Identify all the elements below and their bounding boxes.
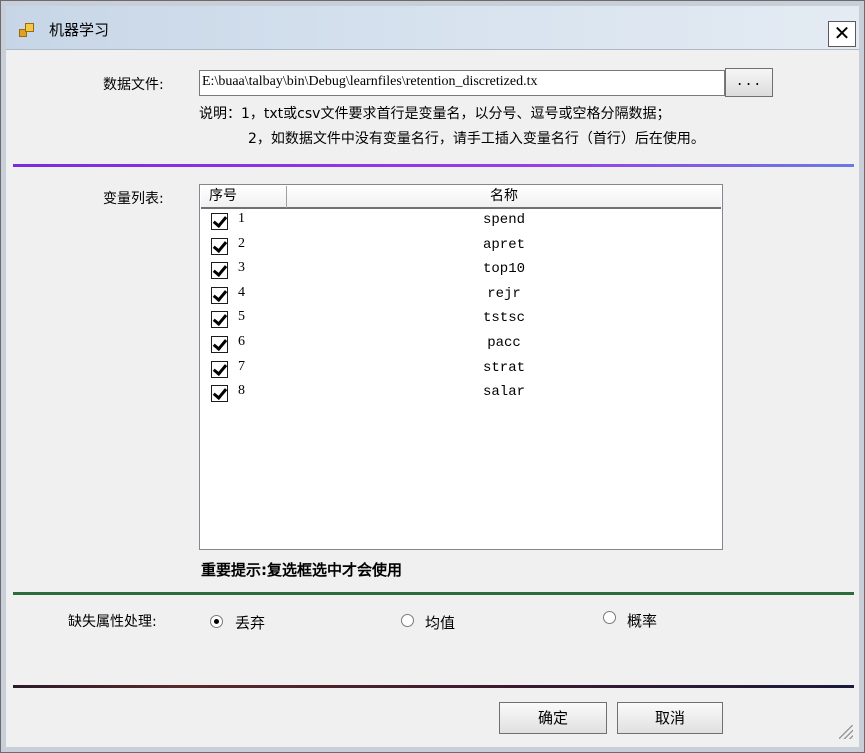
list-item[interactable]: 5 tstsc — [201, 309, 721, 334]
row-name: rejr — [487, 285, 521, 302]
row-index: 6 — [238, 334, 245, 349]
list-item[interactable]: 1 spend — [201, 211, 721, 236]
column-header-index[interactable]: 序号 — [201, 186, 287, 208]
row-name: tstsc — [482, 310, 525, 327]
checkbox-checked[interactable] — [211, 336, 228, 353]
row-name: apret — [482, 236, 525, 253]
data-file-path-input[interactable]: E:\buaa\talbay\bin\Debug\learnfiles\rete… — [199, 70, 725, 96]
list-item[interactable]: 3 top10 — [201, 260, 721, 285]
window-title: 机器学习 — [49, 21, 110, 39]
note-line-1: 说明：1，txt或csv文件要求首行是变量名，以分号、逗号或空格分隔数据； — [199, 106, 671, 122]
list-item[interactable]: 2 apret — [201, 236, 721, 261]
row-name: salar — [482, 384, 525, 401]
radio-discard[interactable] — [210, 615, 223, 628]
resize-grip-icon[interactable] — [839, 725, 853, 739]
divider-bottom — [13, 685, 854, 688]
checkbox-checked[interactable] — [211, 213, 228, 230]
row-name: pacc — [487, 335, 521, 351]
variable-list-label: 变量列表: — [103, 191, 164, 207]
radio-mean[interactable] — [401, 614, 414, 627]
app-icon — [19, 23, 35, 39]
checkbox-checked[interactable] — [211, 311, 228, 329]
list-header: 序号 名称 — [201, 186, 721, 209]
cancel-button[interactable]: 取消 — [617, 702, 723, 734]
checkbox-checked[interactable] — [211, 286, 228, 304]
variable-list[interactable]: 序号 名称 1 spend 2 apret 3 top10 4 rejr 5 t… — [199, 184, 723, 550]
list-item[interactable]: 8 salar — [201, 383, 721, 408]
dialog-window: 机器学习 ✕ 数据文件: E:\buaa\talbay\bin\Debug\le… — [0, 0, 865, 753]
checkbox-checked[interactable] — [211, 385, 228, 403]
checkbox-checked[interactable] — [211, 360, 228, 378]
missing-handling-label: 缺失属性处理: — [68, 614, 157, 630]
browse-button[interactable]: ... — [725, 68, 773, 97]
row-index: 2 — [238, 235, 245, 251]
divider-middle — [13, 592, 854, 595]
list-item[interactable]: 4 rejr — [201, 285, 721, 310]
column-header-name[interactable]: 名称 — [287, 186, 721, 208]
row-index: 8 — [238, 383, 245, 399]
row-name: spend — [482, 212, 525, 228]
important-hint: 重要提示:复选框选中才会使用 — [201, 561, 402, 579]
close-icon[interactable]: ✕ — [828, 21, 856, 47]
row-index: 7 — [238, 358, 245, 374]
data-file-label: 数据文件: — [103, 77, 164, 93]
row-index: 1 — [238, 211, 245, 226]
row-index: 4 — [238, 284, 245, 300]
radio-probability[interactable] — [603, 611, 616, 624]
divider-top — [13, 164, 854, 167]
row-index: 5 — [238, 309, 245, 325]
ok-button[interactable]: 确定 — [499, 702, 607, 734]
row-name: top10 — [482, 261, 525, 278]
note-line-2: 2，如数据文件中没有变量名行，请手工插入变量名行（首行）后在使用。 — [248, 131, 705, 147]
row-index: 3 — [238, 260, 245, 276]
list-item[interactable]: 7 strat — [201, 359, 721, 384]
checkbox-checked[interactable] — [211, 237, 228, 255]
radio-mean-label[interactable]: 均值 — [425, 612, 455, 633]
list-item[interactable]: 6 pacc — [201, 334, 721, 359]
title-bar[interactable]: 机器学习 ✕ — [6, 6, 859, 50]
checkbox-checked[interactable] — [211, 262, 228, 280]
radio-discard-label[interactable]: 丢弃 — [235, 612, 265, 633]
row-name: strat — [482, 359, 525, 376]
radio-probability-label[interactable]: 概率 — [627, 610, 657, 631]
